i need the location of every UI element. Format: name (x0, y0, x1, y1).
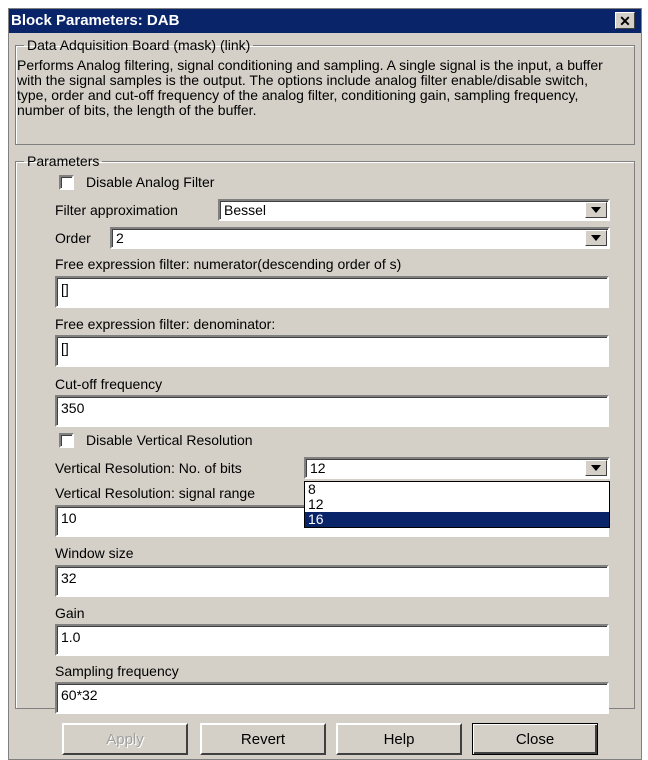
numerator-field[interactable]: [] (55, 276, 609, 308)
filter-approximation-select[interactable]: Bessel (218, 199, 610, 221)
chevron-down-icon[interactable] (585, 230, 607, 246)
bits-dropdown-list[interactable]: 8 12 16 (304, 481, 610, 528)
title-bar: Block Parameters: DAB ✕ (9, 9, 641, 33)
disable-vertical-resolution-label: Disable Vertical Resolution (86, 432, 253, 448)
window-title: Block Parameters: DAB (11, 12, 180, 29)
close-button[interactable]: Close (472, 723, 598, 755)
vertical-resolution-range-label: Vertical Resolution: signal range (55, 485, 256, 501)
window-size-field[interactable]: 32 (55, 565, 609, 597)
order-select[interactable]: 2 (110, 227, 610, 249)
sampling-frequency-field[interactable]: 60*32 (55, 682, 609, 714)
chevron-down-icon[interactable] (585, 202, 607, 218)
denominator-field[interactable]: [] (55, 335, 609, 367)
vertical-resolution-bits-value: 12 (310, 460, 326, 476)
apply-button[interactable]: Apply (62, 723, 188, 755)
numerator-label: Free expression filter: numerator(descen… (55, 256, 402, 272)
cutoff-frequency-field[interactable]: 350 (55, 395, 609, 427)
mask-group-legend: Data Adquisition Board (mask) (link) (27, 37, 251, 53)
order-value: 2 (116, 230, 124, 246)
mask-description: Performs Analog filtering, signal condit… (17, 57, 603, 118)
disable-vertical-resolution-checkbox[interactable] (59, 433, 74, 448)
denominator-label: Free expression filter: denominator: (55, 316, 276, 332)
gain-label: Gain (55, 605, 85, 621)
cutoff-frequency-label: Cut-off frequency (55, 376, 163, 392)
vertical-resolution-bits-select[interactable]: 12 (304, 457, 610, 479)
filter-approximation-label: Filter approximation (55, 202, 178, 218)
order-label: Order (55, 230, 91, 246)
parameters-legend: Parameters (27, 153, 100, 169)
vertical-resolution-bits-label: Vertical Resolution: No. of bits (55, 460, 242, 476)
chevron-down-icon[interactable] (585, 460, 607, 476)
dropdown-option[interactable]: 8 (305, 482, 609, 497)
filter-approximation-value: Bessel (224, 202, 267, 218)
gain-field[interactable]: 1.0 (55, 624, 609, 656)
revert-button[interactable]: Revert (200, 723, 326, 755)
window-size-label: Window size (55, 545, 134, 561)
close-icon[interactable]: ✕ (615, 12, 635, 29)
dropdown-option[interactable]: 12 (305, 497, 609, 512)
sampling-frequency-label: Sampling frequency (55, 663, 179, 679)
help-button[interactable]: Help (336, 723, 462, 755)
disable-analog-filter-checkbox[interactable] (59, 175, 74, 190)
dropdown-option-highlighted[interactable]: 16 (305, 512, 609, 527)
disable-analog-filter-label: Disable Analog Filter (86, 174, 215, 190)
